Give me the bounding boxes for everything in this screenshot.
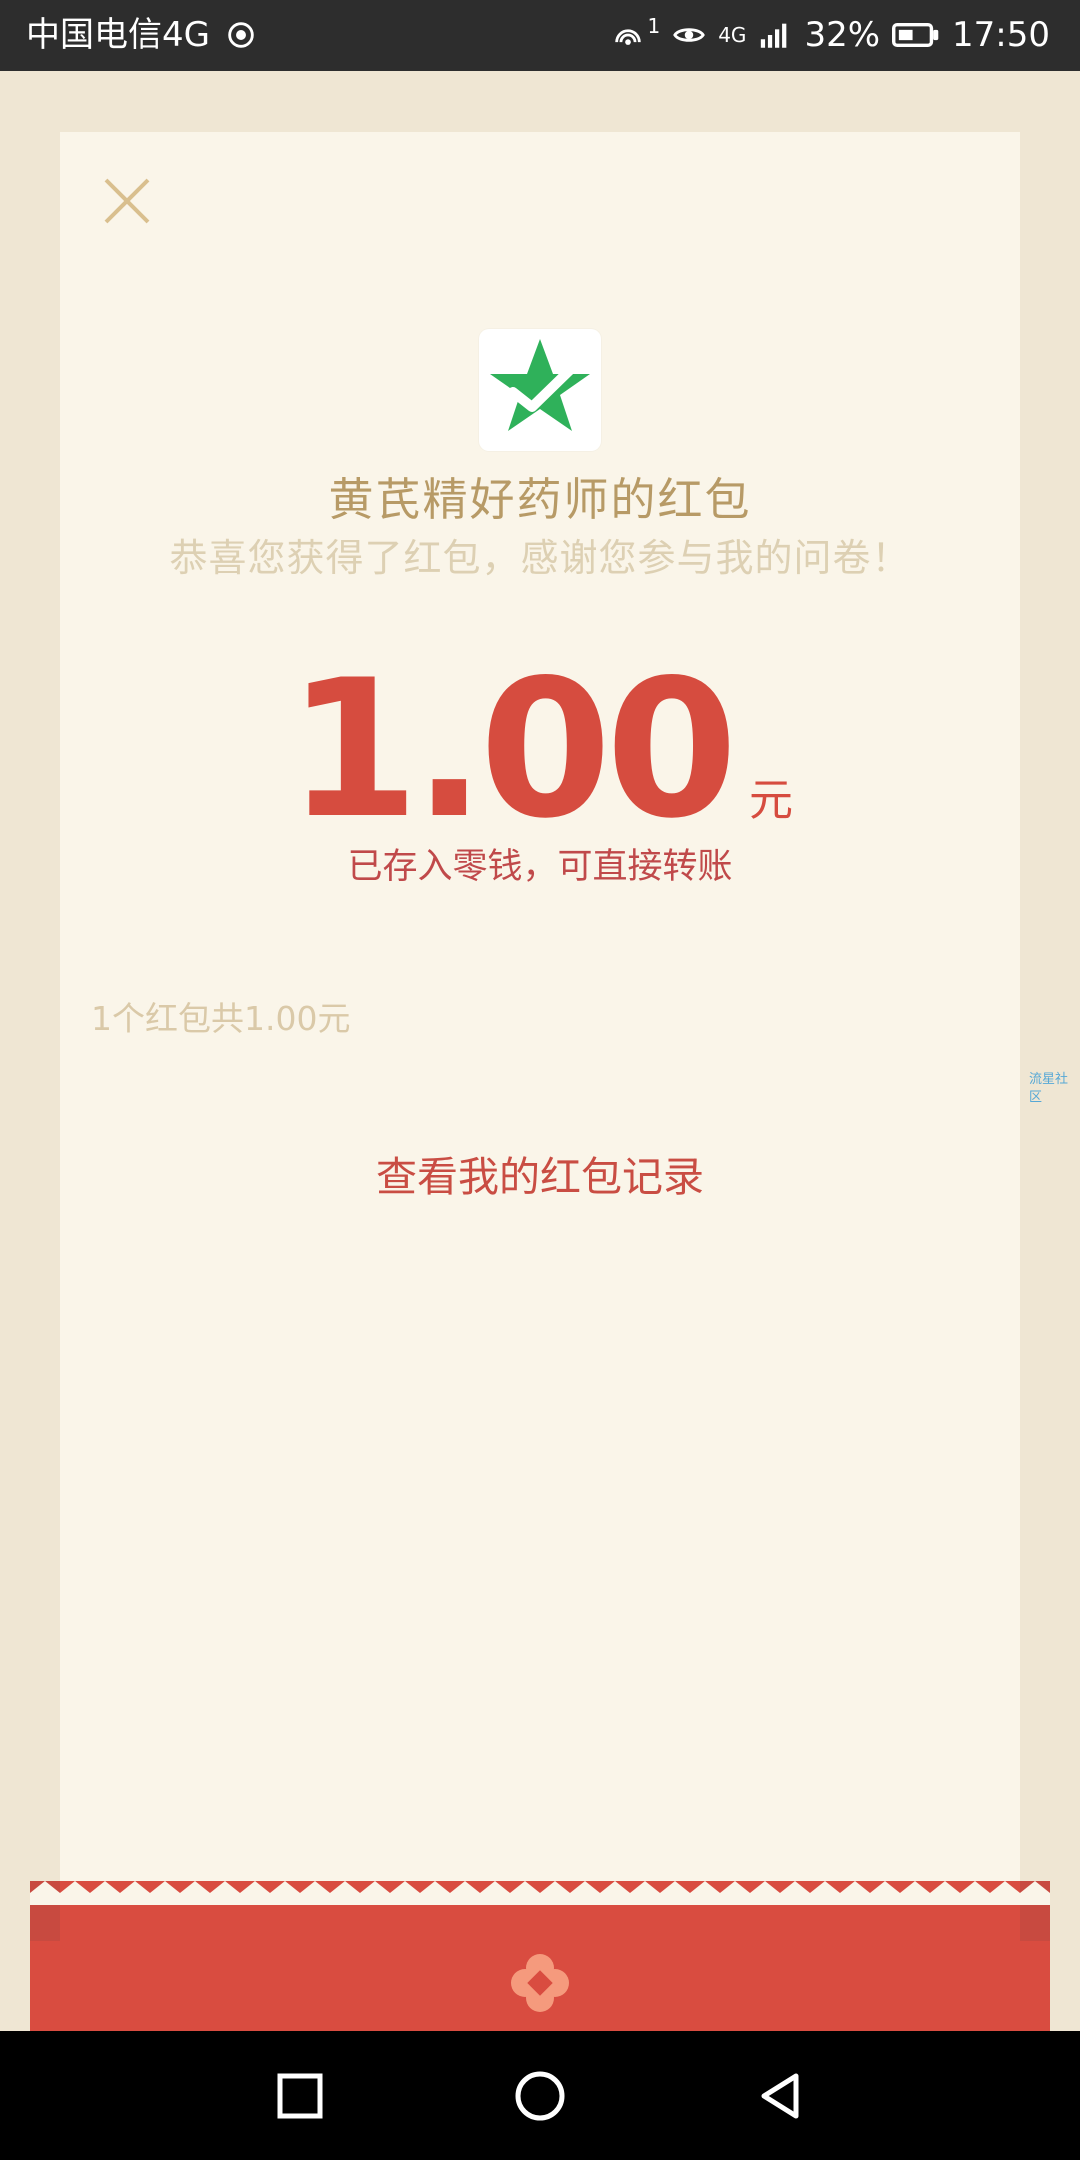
network-activity-icon — [228, 22, 254, 48]
signal-label: 4G — [718, 23, 747, 47]
square-icon[interactable] — [270, 2066, 330, 2126]
triangle-back-icon[interactable] — [750, 2066, 810, 2126]
hotspot-badge: 1 — [647, 14, 661, 38]
green-star-check-icon — [490, 339, 590, 431]
status-time: 17:50 — [952, 15, 1050, 55]
amount-unit: 元 — [748, 775, 793, 826]
signal-bars-icon — [761, 23, 787, 48]
hotspot-icon — [615, 29, 642, 45]
sender-avatar — [479, 329, 601, 451]
navigation-bar — [0, 2031, 1080, 2160]
status-left: 中国电信4G — [26, 14, 258, 56]
status-right: 1 4G 32% 17:50 — [611, 14, 1050, 56]
circle-icon[interactable] — [510, 2066, 570, 2126]
amount-value: 1.00 — [287, 639, 738, 860]
zigzag-edge — [30, 1881, 1050, 1905]
battery-percent: 32% — [804, 15, 881, 55]
eye-icon — [673, 28, 706, 42]
red-packet-badge-icon — [511, 1954, 569, 2012]
close-icon[interactable] — [100, 174, 154, 228]
status-bar: 中国电信4G 1 4G 32% 17:50 — [0, 0, 1080, 71]
congratulation-message: 恭喜您获得了红包，感谢您参与我的问卷！ — [169, 536, 911, 580]
watermark: 流星社区 — [1029, 1072, 1069, 1105]
packet-summary: 1个红包共1.00元 — [91, 999, 351, 1038]
view-record-link[interactable]: 查看我的红包记录 — [0, 1147, 1080, 1207]
carrier-label: 中国电信4G — [26, 15, 210, 55]
battery-icon — [892, 23, 939, 47]
amount-note: 已存入零钱，可直接转账 — [347, 847, 733, 887]
sender-title: 黄芪精好药师的红包 — [328, 473, 752, 526]
amount-display: 1.00 元 — [0, 650, 1080, 850]
